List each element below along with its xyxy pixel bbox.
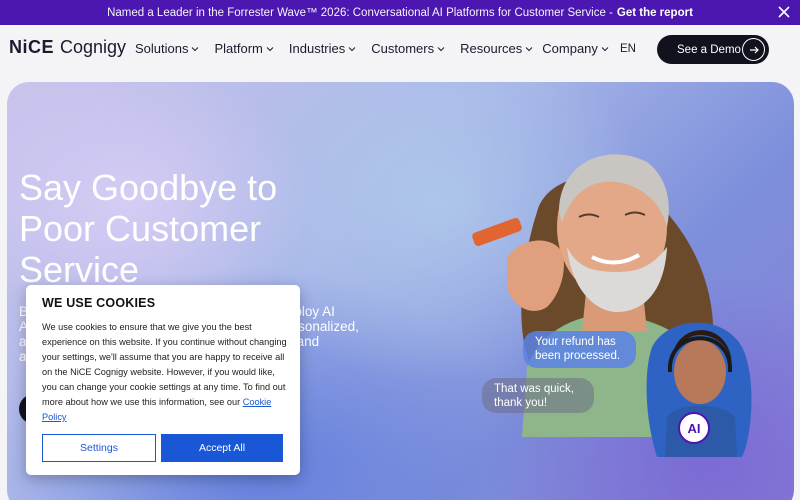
cookie-title: WE USE COOKIES [42,296,156,310]
nav-item-platform[interactable]: Platform [214,41,274,56]
announcement-cta-link[interactable]: Get the report [617,7,693,19]
arrow-right-icon [742,38,765,61]
ai-badge: AI [678,412,710,444]
chevron-down-icon [266,46,274,51]
nav-item-label: Resources [460,41,523,56]
chevron-down-icon [348,46,356,51]
nav-item-label: Solutions [135,41,189,56]
chevron-down-icon [601,46,609,51]
nav-item-customers[interactable]: Customers [371,41,445,56]
chevron-down-icon [437,46,445,51]
phone-icon [472,217,522,247]
main-menu: Solutions Platform Industries Customers … [135,41,624,56]
logo-nice: NiCE [9,37,55,57]
cookie-body-text: We use cookies to ensure that we give yo… [42,322,287,407]
nav-item-label: Customers [371,41,435,56]
logo[interactable]: NiCE Cognigy [9,37,126,61]
cookie-body: We use cookies to ensure that we give yo… [42,320,287,425]
demo-button-label: See a Demo [677,43,741,56]
nav-item-company[interactable]: Company [542,41,609,56]
nav-item-solutions[interactable]: Solutions [135,41,199,56]
announcement-message: Named a Leader in the Forrester Wave™ 20… [107,6,613,19]
woman-face [674,340,726,404]
nav-item-resources[interactable]: Resources [460,41,533,56]
logo-cognigy: Cognigy [60,37,127,57]
chevron-down-icon [192,46,199,51]
announcement-bar[interactable]: Named a Leader in the Forrester Wave™ 20… [0,0,800,25]
language-selector[interactable]: EN [620,43,636,55]
accept-all-button[interactable]: Accept All [161,434,283,462]
cookie-dialog: WE USE COOKIES We use cookies to ensure … [26,285,300,475]
close-icon[interactable] [776,4,792,20]
cookie-settings-button[interactable]: Settings [42,434,156,462]
hero-title: Say Goodbye to Poor Customer Service [19,167,278,290]
cookie-buttons: Settings Accept All [42,434,283,462]
chat-bubble-refund: Your refund has been processed. [523,331,636,368]
nav-item-label: Company [542,41,598,56]
nav-item-industries[interactable]: Industries [289,41,356,56]
nav-item-label: Industries [288,41,346,56]
page: Named a Leader in the Forrester Wave™ 20… [0,0,800,500]
chat-bubble-quick: That was quick, thank you! [482,378,594,413]
see-a-demo-button[interactable]: See a Demo [657,35,769,64]
nav-item-label: Platform [214,41,263,56]
chevron-down-icon [525,46,533,51]
